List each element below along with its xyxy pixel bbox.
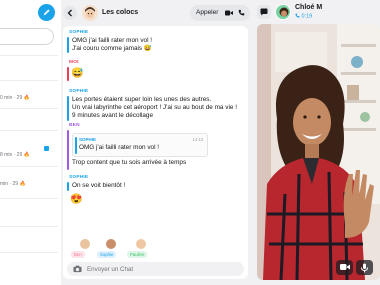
message-sender: SOPHIE	[69, 30, 89, 35]
phone-icon	[295, 13, 300, 18]
quoted-message[interactable]: SOPHIE 14:13 OMG j'ai failli rater mon v…	[72, 133, 208, 157]
call-duration: 0:19	[295, 13, 312, 20]
divider	[0, 252, 58, 253]
message-text: 9 minutes avant le décollage	[72, 112, 154, 119]
microphone-toggle-button[interactable]	[356, 260, 373, 275]
typing-name: Pauline	[127, 251, 148, 258]
quoted-sender: SOPHIE	[79, 137, 97, 142]
conversation-item[interactable]: min · 29 🔥	[0, 181, 58, 187]
search-input[interactable]	[0, 28, 54, 45]
typing-name: Ben	[71, 251, 85, 258]
message-bar	[67, 130, 69, 170]
quoted-text: OMG j'ai failli rater mon vol !	[79, 144, 160, 151]
divider	[0, 198, 58, 199]
typing-user: Ben	[71, 239, 99, 261]
conversation-item[interactable]: 8 min · 29 🔥	[0, 152, 58, 158]
message-bar	[67, 37, 69, 53]
conversation-meta: 0 min · 29 🔥	[0, 95, 30, 101]
chat-header: Les colocs Appeler	[61, 0, 253, 26]
bitmoji-icon	[80, 239, 90, 249]
bitmoji-icon	[276, 5, 290, 19]
divider	[0, 80, 58, 81]
message-list: SOPHIE OMG j'ai failli rater mon vol ! J…	[63, 26, 248, 279]
chevron-left-icon	[67, 9, 72, 17]
toggle-chat-button[interactable]	[257, 5, 271, 19]
camera-toggle-button[interactable]	[336, 260, 353, 275]
message-sender: MOI	[69, 60, 79, 65]
divider	[0, 166, 58, 167]
message-text: On se voit bientôt !	[72, 182, 126, 189]
video-participant	[257, 24, 380, 280]
conversation-meta: 8 min · 29 🔥	[0, 152, 30, 158]
typing-name: Sophie	[97, 251, 117, 258]
message-sender: BEN	[69, 123, 80, 128]
group-avatar[interactable]	[82, 5, 98, 21]
message-bar	[67, 96, 69, 121]
microphone-icon	[361, 263, 368, 273]
unread-chat-icon	[44, 146, 49, 151]
message-bar	[67, 182, 69, 191]
bitmoji-icon	[82, 5, 98, 21]
divider	[0, 108, 58, 109]
sidebar: 0 min · 29 🔥 8 min · 29 🔥 min · 29 🔥	[0, 0, 61, 285]
divider	[0, 130, 58, 131]
back-button[interactable]	[63, 6, 77, 20]
call-label: Appeler	[196, 9, 219, 16]
new-chat-button[interactable]	[38, 4, 55, 21]
emoji-message: 😅	[71, 68, 84, 79]
conversation-item[interactable]: 0 min · 29 🔥	[0, 95, 58, 101]
chat-bubble-icon	[260, 8, 268, 16]
bitmoji-icon	[136, 239, 146, 249]
divider	[0, 226, 58, 227]
call-header: Chloé M 0:19	[253, 0, 380, 24]
divider	[0, 55, 58, 56]
message-bar	[67, 67, 69, 81]
phone-icon[interactable]	[238, 9, 245, 16]
compose-icon	[43, 9, 50, 16]
video-camera-icon	[340, 264, 350, 270]
call-duration-text: 0:19	[301, 13, 313, 20]
call-button[interactable]: Appeler	[190, 5, 250, 21]
bitmoji-icon	[106, 239, 116, 249]
quote-bar	[75, 137, 77, 154]
typing-user: Pauline	[127, 239, 155, 261]
camera-icon[interactable]	[73, 265, 82, 273]
quoted-time: 14:13	[192, 137, 203, 142]
message-placeholder: Envoyer un Chat	[87, 265, 134, 273]
video-call-icon[interactable]	[225, 10, 233, 16]
typing-user: Sophie	[97, 239, 125, 261]
message-sender: SOPHIE	[69, 89, 89, 94]
caller-name: Chloé M	[295, 4, 323, 11]
video-feed	[257, 24, 380, 280]
message-input[interactable]: Envoyer un Chat	[67, 262, 244, 276]
message-text: J'ai couru comme jamais 😅	[72, 45, 152, 52]
conversation-meta: min · 29 🔥	[0, 181, 26, 187]
caller-avatar[interactable]	[275, 4, 291, 20]
typing-indicators: Ben Sophie Pauline	[71, 239, 171, 261]
emoji-message: 😍	[70, 194, 83, 205]
chat-panel: Les colocs Appeler SOPHIE OMG j'ai faill…	[61, 0, 253, 285]
chat-title: Les colocs	[102, 9, 139, 16]
message-sender: SOPHIE	[69, 175, 89, 180]
message-text: Trop content que tu sois arrivée à temps	[72, 159, 187, 166]
